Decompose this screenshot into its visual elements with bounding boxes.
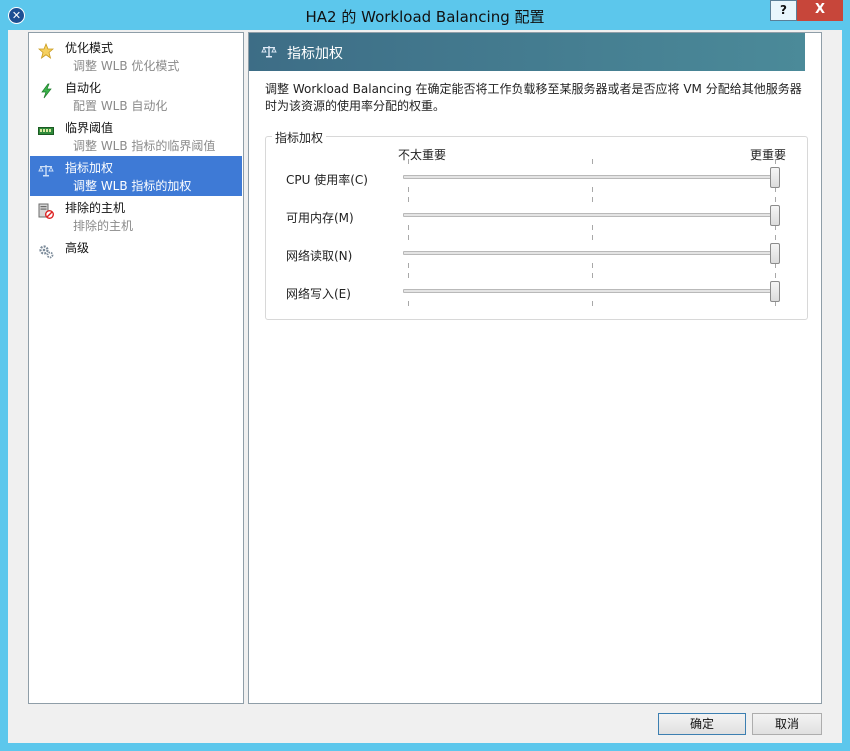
slider-tick <box>408 235 409 240</box>
metric-weighting-group: 指标加权 不太重要 更重要 CPU 使用率(C) 可用内存(M) 网络读取(N) 网络… <box>265 129 808 320</box>
sidebar-item-title: 指标加权 <box>65 161 114 175</box>
sidebar-item-title: 自动化 <box>65 81 102 95</box>
slider-tick <box>408 225 409 230</box>
sidebar-item-subtitle: 调整 WLB 指标的临界阈值 <box>73 139 216 153</box>
sidebar-item-excluded-hosts[interactable]: 排除的主机 排除的主机 <box>30 196 242 236</box>
slider-tick <box>408 263 409 268</box>
slider-tick <box>775 159 776 164</box>
slider-label: 网络读取(N) <box>286 249 353 263</box>
settings-sidebar: 优化模式 调整 WLB 优化模式 自动化 配置 WLB 自动化 临界阈值 调整 … <box>28 32 244 704</box>
slider-label: CPU 使用率(C) <box>286 173 368 187</box>
slider-tick <box>775 273 776 278</box>
slider-tick <box>408 301 409 306</box>
slider-tick <box>408 197 409 202</box>
page-description: 调整 Workload Balancing 在确定能否将工作负载移至某服务器或者… <box>265 82 802 113</box>
sidebar-item-title: 优化模式 <box>65 41 114 55</box>
slider-thumb[interactable] <box>770 243 780 264</box>
slider-tick <box>408 187 409 192</box>
sidebar-item-subtitle: 排除的主机 <box>73 219 134 233</box>
slider-label: 网络写入(E) <box>286 287 351 301</box>
sidebar-item-advanced[interactable]: 高级 <box>30 236 242 260</box>
sidebar-item-subtitle: 调整 WLB 指标的加权 <box>73 179 192 193</box>
slider-tick <box>592 273 593 278</box>
slider-tick <box>592 301 593 306</box>
slider-tick <box>592 187 593 192</box>
memory-icon <box>38 127 54 135</box>
slider-tick <box>592 263 593 268</box>
close-button[interactable]: X <box>797 0 843 21</box>
slider-thumb[interactable] <box>770 281 780 302</box>
sidebar-item-title: 排除的主机 <box>65 201 126 215</box>
scale-low-label: 不太重要 <box>398 148 447 162</box>
slider-thumb[interactable] <box>770 167 780 188</box>
slider-tick <box>408 159 409 164</box>
sidebar-item-title: 临界阈值 <box>65 121 114 135</box>
slider-tick <box>592 159 593 164</box>
lightning-icon <box>41 83 52 99</box>
slider-track[interactable] <box>403 251 780 255</box>
scale-high-label: 更重要 <box>750 148 787 162</box>
cancel-button[interactable]: 取消 <box>752 713 822 735</box>
slider-label: 可用内存(M) <box>286 211 354 225</box>
ok-button[interactable]: 确定 <box>658 713 746 735</box>
slider-tick <box>408 273 409 278</box>
group-title: 指标加权 <box>272 129 327 146</box>
slider-tick <box>592 197 593 202</box>
sidebar-item-metric-weighting[interactable]: 指标加权 调整 WLB 指标的加权 <box>30 156 242 196</box>
sidebar-item-automation[interactable]: 自动化 配置 WLB 自动化 <box>30 76 242 116</box>
sidebar-item-subtitle: 配置 WLB 自动化 <box>73 99 168 113</box>
slider-thumb[interactable] <box>770 205 780 226</box>
slider-track[interactable] <box>403 289 780 293</box>
slider-tick <box>775 197 776 202</box>
content-panel: 指标加权 调整 Workload Balancing 在确定能否将工作负载移至某… <box>248 32 822 704</box>
help-button[interactable]: ? <box>770 0 797 21</box>
star-icon <box>38 43 54 59</box>
slider-tick <box>592 235 593 240</box>
window-title: HA2 的 Workload Balancing 配置 <box>305 8 545 26</box>
dialog-body: 优化模式 调整 WLB 优化模式 自动化 配置 WLB 自动化 临界阈值 调整 … <box>8 30 842 743</box>
page-header: 指标加权 <box>249 33 805 71</box>
title-bar: ✕ HA2 的 Workload Balancing 配置 ? X <box>0 0 850 30</box>
page-title: 指标加权 <box>287 46 343 62</box>
gears-icon <box>39 245 54 259</box>
sidebar-item-critical-thresholds[interactable]: 临界阈值 调整 WLB 指标的临界阈值 <box>30 116 242 156</box>
slider-tick <box>592 225 593 230</box>
sidebar-item-title: 高级 <box>65 241 90 255</box>
slider-track[interactable] <box>403 175 780 179</box>
weights-icon <box>261 46 277 58</box>
excluded-host-icon <box>38 203 54 219</box>
slider-tick <box>775 235 776 240</box>
slider-track[interactable] <box>403 213 780 217</box>
sidebar-item-subtitle: 调整 WLB 优化模式 <box>73 59 180 73</box>
weights-icon <box>38 165 54 177</box>
sidebar-item-optimization-mode[interactable]: 优化模式 调整 WLB 优化模式 <box>30 36 242 76</box>
